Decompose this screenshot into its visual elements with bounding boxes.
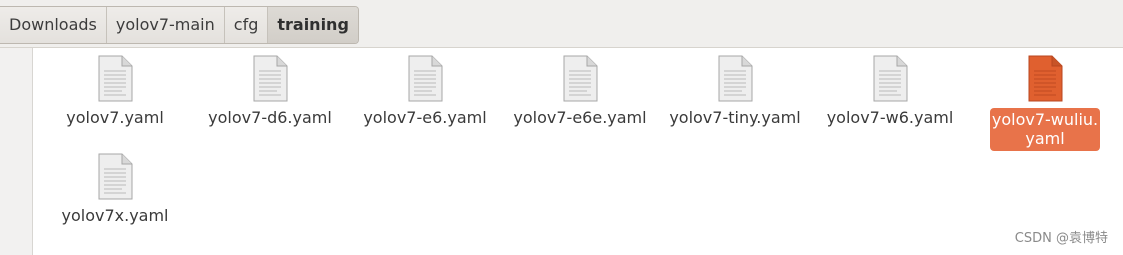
file-item[interactable]: yolov7-e6.yaml	[350, 55, 500, 127]
file-grid: yolov7.yaml yolov7-d6.yaml yolov7-e6.yam…	[33, 48, 1123, 255]
file-name: yolov7-d6.yaml	[208, 108, 332, 127]
file-item-selected[interactable]: yolov7-wuliu. yaml	[970, 55, 1120, 151]
document-icon	[98, 55, 133, 102]
breadcrumb: Downloads yolov7-main cfg training	[0, 6, 359, 44]
file-name: yolov7x.yaml	[61, 206, 169, 225]
file-name: yolov7-w6.yaml	[826, 108, 954, 127]
file-item[interactable]: yolov7-e6e.yaml	[505, 55, 655, 127]
file-item[interactable]: yolov7x.yaml	[40, 153, 190, 225]
breadcrumb-cfg[interactable]: cfg	[224, 7, 269, 43]
document-icon	[563, 55, 598, 102]
document-icon	[253, 55, 288, 102]
file-name: yolov7-wuliu. yaml	[990, 108, 1100, 151]
document-icon	[873, 55, 908, 102]
file-item[interactable]: yolov7-tiny.yaml	[660, 55, 810, 127]
file-name: yolov7-e6e.yaml	[513, 108, 647, 127]
path-bar: Downloads yolov7-main cfg training	[0, 0, 1123, 48]
file-item[interactable]: yolov7-d6.yaml	[195, 55, 345, 127]
document-icon	[718, 55, 753, 102]
file-name: yolov7.yaml	[66, 108, 164, 127]
sidebar-edge	[0, 48, 33, 255]
file-item[interactable]: yolov7-w6.yaml	[815, 55, 965, 127]
document-icon	[1028, 55, 1063, 102]
watermark: CSDN @袁博特	[1014, 231, 1108, 246]
breadcrumb-downloads[interactable]: Downloads	[0, 7, 107, 43]
document-icon	[408, 55, 443, 102]
breadcrumb-yolov7-main[interactable]: yolov7-main	[106, 7, 225, 43]
file-name: yolov7-tiny.yaml	[669, 108, 801, 127]
document-icon	[98, 153, 133, 200]
breadcrumb-training[interactable]: training	[268, 7, 358, 43]
file-name: yolov7-e6.yaml	[363, 108, 487, 127]
file-item[interactable]: yolov7.yaml	[40, 55, 190, 127]
